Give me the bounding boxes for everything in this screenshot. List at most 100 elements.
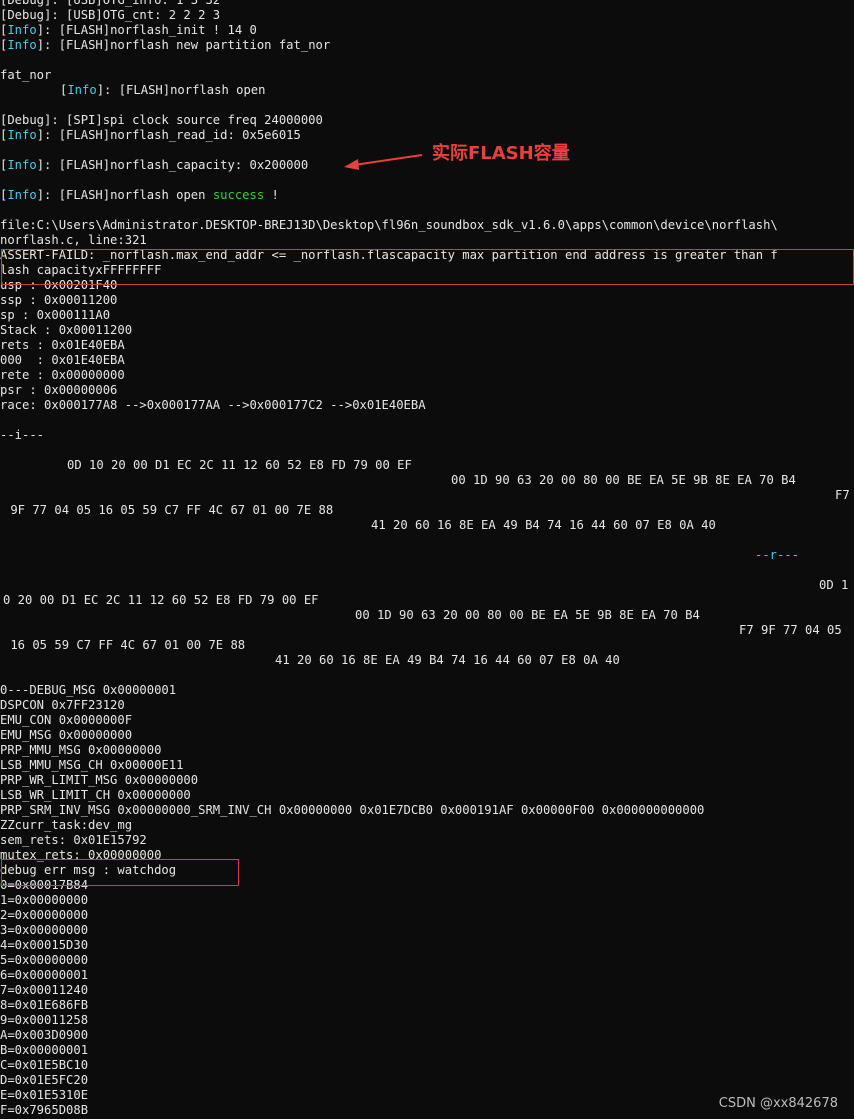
debug-msg-line: EMU_CON 0x0000000F: [0, 713, 133, 727]
debug-msg-line: sem_rets: 0x01E15792: [0, 833, 147, 847]
hex-bytes: 0D 10 20 00 D1 EC 2C 11 12 60 52 E8 FD 7…: [67, 458, 412, 472]
log-text: !: [264, 188, 279, 202]
section-separator-text: --r---: [755, 548, 800, 562]
log-line: [Info]: [FLASH]norflash_init ! 14 0: [0, 23, 257, 37]
cpu-register: 7=0x00011240: [0, 983, 89, 997]
hex-bytes: F7: [835, 488, 850, 502]
info-tag: Info: [7, 188, 37, 202]
register-line: rete : 0x00000000: [0, 368, 125, 382]
log-line: [Info]: [FLASH]norflash open: [60, 83, 266, 97]
info-tag: Info: [7, 128, 37, 142]
info-tag: Info: [67, 83, 97, 97]
debug-msg-line: LSB_MMU_MSG_CH 0x00000E11: [0, 758, 184, 772]
log-line: [Debug]: [SPI]spi clock source freq 2400…: [0, 113, 323, 127]
capacity-line: [Info]: [FLASH]norflash_capacity: 0x2000…: [0, 158, 309, 172]
debug-msg-line: EMU_MSG 0x00000000: [0, 728, 133, 742]
assert-line: lash capacityxFFFFFFFF: [0, 263, 162, 277]
cpu-register: 8=0x01E686FB: [0, 998, 89, 1012]
log-line: fat_nor: [0, 68, 52, 82]
register-line: 000 : 0x01E40EBA: [0, 353, 125, 367]
hex-bytes: F7 9F 77 04 05: [739, 623, 842, 637]
success-text: success: [212, 188, 265, 202]
cpu-register: 1=0x00000000: [0, 893, 89, 907]
debug-msg-line: LSB_WR_LIMIT_CH 0x00000000: [0, 788, 191, 802]
hex-dump-line: 00 1D 90 63 20 00 80 00 BE EA 5E 9B 8E E…: [0, 608, 854, 623]
info-tag: Info: [7, 23, 37, 37]
terminal-output[interactable]: [Debug]: [USB]OTG_info: 1 3 32 [Debug]: …: [0, 0, 854, 1118]
register-line: usp : 0x00201F40: [0, 278, 118, 292]
info-tag: Info: [7, 38, 37, 52]
assert-line: ASSERT-FAILD: _norflash.max_end_addr <= …: [0, 248, 778, 262]
register-line: Stack : 0x00011200: [0, 323, 133, 337]
hex-dump-line: F7: [0, 488, 854, 503]
section-separator: --r---: [0, 548, 854, 563]
hex-dump-line: 16 05 59 C7 FF 4C 67 01 00 7E 88: [0, 638, 854, 653]
log-text: : [FLASH]norflash_init ! 14 0: [44, 23, 257, 37]
cpu-register: A=0x003D0900: [0, 1028, 89, 1042]
log-line: [Debug]: [USB]OTG_cnt: 2 2 2 3: [0, 8, 221, 22]
cpu-register: 6=0x00000001: [0, 968, 89, 982]
info-tag: Info: [7, 158, 37, 172]
section-separator: --i---: [0, 428, 45, 442]
hex-dump-line: 41 20 60 16 8E EA 49 B4 74 16 44 60 07 E…: [0, 518, 854, 533]
cpu-register: 5=0x00000000: [0, 953, 89, 967]
hex-dump-line: 41 20 60 16 8E EA 49 B4 74 16 44 60 07 E…: [0, 653, 854, 668]
cpu-register: C=0x01E5BC10: [0, 1058, 89, 1072]
file-path-line: norflash.c, line:321: [0, 233, 147, 247]
hex-dump-line: 00 1D 90 63 20 00 80 00 BE EA 5E 9B 8E E…: [0, 473, 854, 488]
cpu-register: 9=0x00011258: [0, 1013, 89, 1027]
hex-bytes: 41 20 60 16 8E EA 49 B4 74 16 44 60 07 E…: [371, 518, 716, 532]
debug-msg-line: PRP_MMU_MSG 0x00000000: [0, 743, 162, 757]
log-text: : [FLASH]norflash_read_id: 0x5e6015: [44, 128, 301, 142]
hex-bytes: 0D 1: [819, 578, 849, 592]
watermark: CSDN @xx842678: [718, 1096, 838, 1111]
hex-dump-line: 0D 10 20 00 D1 EC 2C 11 12 60 52 E8 FD 7…: [0, 458, 854, 473]
cpu-register: D=0x01E5FC20: [0, 1073, 89, 1087]
log-line: [Info]: [FLASH]norflash new partition fa…: [0, 38, 331, 52]
hex-dump-line: 0D 1: [0, 578, 854, 593]
debug-msg-line: PRP_SRM_INV_MSG 0x00000000_SRM_INV_CH 0x…: [0, 803, 705, 817]
register-line: rets : 0x01E40EBA: [0, 338, 125, 352]
hex-bytes: 00 1D 90 63 20 00 80 00 BE EA 5E 9B 8E E…: [355, 608, 700, 622]
debug-msg-line: ZZcurr_task:dev_mg: [0, 818, 133, 832]
log-text: : [FLASH]norflash open: [104, 83, 266, 97]
file-path-line: file:C:\Users\Administrator.DESKTOP-BREJ…: [0, 218, 778, 232]
capacity-annotation: 实际FLASH容量: [432, 143, 570, 164]
register-line: sp : 0x000111A0: [0, 308, 111, 322]
hex-bytes: 41 20 60 16 8E EA 49 B4 74 16 44 60 07 E…: [275, 653, 620, 667]
debug-msg-line: PRP_WR_LIMIT_MSG 0x00000000: [0, 773, 199, 787]
hex-dump-line: F7 9F 77 04 05: [0, 623, 854, 638]
hex-bytes: 00 1D 90 63 20 00 80 00 BE EA 5E 9B 8E E…: [451, 473, 796, 487]
hex-bytes: 9F 77 04 05 16 05 59 C7 FF 4C 67 01 00 7…: [3, 503, 334, 517]
hex-bytes: 0 20 00 D1 EC 2C 11 12 60 52 E8 FD 79 00…: [3, 593, 319, 607]
cpu-register: B=0x00000001: [0, 1043, 89, 1057]
log-text: : [FLASH]norflash open: [44, 188, 213, 202]
log-line: [Info]: [FLASH]norflash open success !: [0, 188, 279, 202]
debug-msg-line: DSPCON 0x7FF23120: [0, 698, 125, 712]
trace-line: race: 0x000177A8 -->0x000177AA -->0x0001…: [0, 398, 426, 412]
hex-bytes: 16 05 59 C7 FF 4C 67 01 00 7E 88: [3, 638, 246, 652]
log-line: [Debug]: [USB]OTG_info: 1 3 32: [0, 0, 221, 7]
hex-dump-line: 9F 77 04 05 16 05 59 C7 FF 4C 67 01 00 7…: [0, 503, 854, 518]
register-line: psr : 0x00000006: [0, 383, 118, 397]
log-text: : [FLASH]norflash_capacity: 0x200000: [44, 158, 309, 172]
cpu-register: 4=0x00015D30: [0, 938, 89, 952]
debug-msg-line: mutex_rets: 0x00000000: [0, 848, 162, 862]
cpu-register: 2=0x00000000: [0, 908, 89, 922]
cpu-register: 3=0x00000000: [0, 923, 89, 937]
cpu-register: 0=0x00017B84: [0, 878, 89, 892]
log-text: : [FLASH]norflash new partition fat_nor: [44, 38, 331, 52]
hex-dump-line: 0 20 00 D1 EC 2C 11 12 60 52 E8 FD 79 00…: [0, 593, 854, 608]
debug-msg-line: 0---DEBUG_MSG 0x00000001: [0, 683, 177, 697]
register-line: ssp : 0x00011200: [0, 293, 118, 307]
